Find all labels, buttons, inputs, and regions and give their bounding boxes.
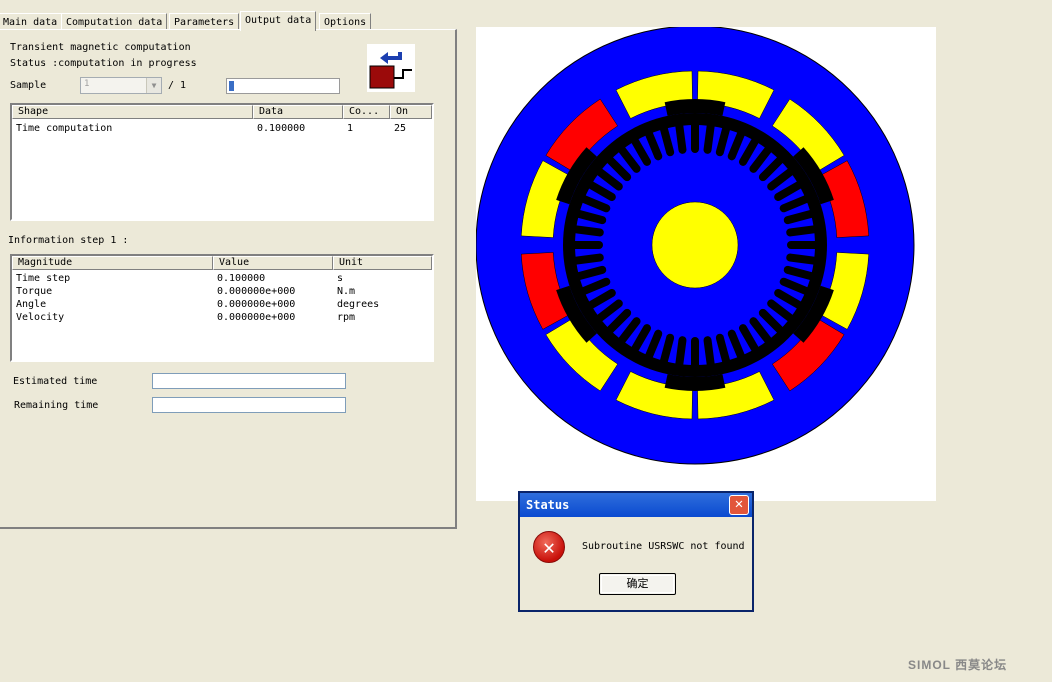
cell-value: 0.000000e+000 <box>217 299 296 310</box>
watermark: SIMOL 西莫论坛 <box>908 658 1008 672</box>
cell-co: 1 <box>347 123 354 134</box>
cell-magnitude: Angle <box>16 299 47 310</box>
cell-shape: Time computation <box>16 123 113 134</box>
cell-magnitude: Velocity <box>16 312 65 323</box>
cell-data: 0.100000 <box>257 123 306 134</box>
shape-list-header: Shape Data Co... On <box>12 105 432 119</box>
col-co[interactable]: Co... <box>343 105 390 119</box>
cell-on: 25 <box>394 123 407 134</box>
table-row[interactable]: Time step 0.100000 s <box>12 272 432 285</box>
estimated-time-field[interactable] <box>152 373 346 389</box>
table-row[interactable]: Time computation 0.100000 1 25 <box>12 122 432 135</box>
info-list[interactable]: Magnitude Value Unit Time step 0.100000 … <box>10 254 434 362</box>
error-icon: ✕ <box>533 531 565 563</box>
tab-options[interactable]: Options <box>319 13 372 30</box>
remaining-time-field[interactable] <box>152 397 346 413</box>
close-icon[interactable]: ✕ <box>729 495 749 515</box>
tab-output-data[interactable]: Output data <box>240 11 317 31</box>
estimated-time-label: Estimated time <box>13 376 98 387</box>
rotor-tooth <box>703 116 716 154</box>
rotor-tooth <box>566 224 604 237</box>
col-magnitude[interactable]: Magnitude <box>12 256 213 270</box>
cell-unit: degrees <box>337 299 380 310</box>
rotor-tooth <box>786 224 824 237</box>
status-text: Status :computation in progress <box>10 58 197 69</box>
cell-unit: N.m <box>337 286 356 297</box>
motor-cross-section <box>475 25 915 465</box>
tab-computation-data[interactable]: Computation data <box>61 13 168 30</box>
motor-geometry-view[interactable] <box>475 25 936 501</box>
dialog-title: Status <box>526 498 570 512</box>
cell-magnitude: Torque <box>16 286 53 297</box>
tab-main-data[interactable]: Main data <box>0 13 63 30</box>
rotor-tooth <box>703 336 716 374</box>
progress-bar <box>226 78 340 94</box>
sample-combo-value: 1 <box>84 79 90 89</box>
progress-fill <box>229 81 235 91</box>
ok-button[interactable]: 确定 <box>599 573 676 595</box>
col-value[interactable]: Value <box>213 256 333 270</box>
info-list-header: Magnitude Value Unit <box>12 256 432 270</box>
rotor-tooth <box>674 116 687 154</box>
dialog-body: ✕ Subroutine USRSWC not found 确定 <box>520 517 752 610</box>
tab-parameters[interactable]: Parameters <box>169 13 240 30</box>
rotor-tooth <box>674 336 687 374</box>
col-on[interactable]: On <box>390 105 432 119</box>
shaft <box>651 201 739 289</box>
status-dialog: Status ✕ ✕ Subroutine USRSWC not found 确… <box>518 491 754 612</box>
cell-magnitude: Time step <box>16 273 71 284</box>
sample-total: / 1 <box>168 80 187 91</box>
col-unit[interactable]: Unit <box>333 256 432 270</box>
dialog-title-bar[interactable]: Status ✕ <box>520 493 752 517</box>
table-row[interactable]: Velocity 0.000000e+000 rpm <box>12 311 432 324</box>
sample-label: Sample <box>10 80 47 91</box>
col-data[interactable]: Data <box>253 105 343 119</box>
rotor-tooth <box>566 253 604 266</box>
rotor-tooth <box>786 253 824 266</box>
computation-icon <box>367 44 415 92</box>
remaining-time-label: Remaining time <box>14 400 99 411</box>
cell-unit: s <box>337 273 344 284</box>
cell-value: 0.000000e+000 <box>217 312 296 323</box>
table-row[interactable]: Torque 0.000000e+000 N.m <box>12 285 432 298</box>
sample-combo[interactable]: 1 ▼ <box>80 77 162 94</box>
dialog-message: Subroutine USRSWC not found <box>582 541 745 552</box>
computation-title: Transient magnetic computation <box>10 42 191 53</box>
chevron-down-icon[interactable]: ▼ <box>146 78 161 93</box>
cell-value: 0.000000e+000 <box>217 286 296 297</box>
col-shape[interactable]: Shape <box>12 105 253 119</box>
shape-list[interactable]: Shape Data Co... On Time computation 0.1… <box>10 103 434 221</box>
cell-value: 0.100000 <box>217 273 266 284</box>
cell-unit: rpm <box>337 312 356 323</box>
information-step-label: Information step 1 : <box>8 235 129 246</box>
table-row[interactable]: Angle 0.000000e+000 degrees <box>12 298 432 311</box>
